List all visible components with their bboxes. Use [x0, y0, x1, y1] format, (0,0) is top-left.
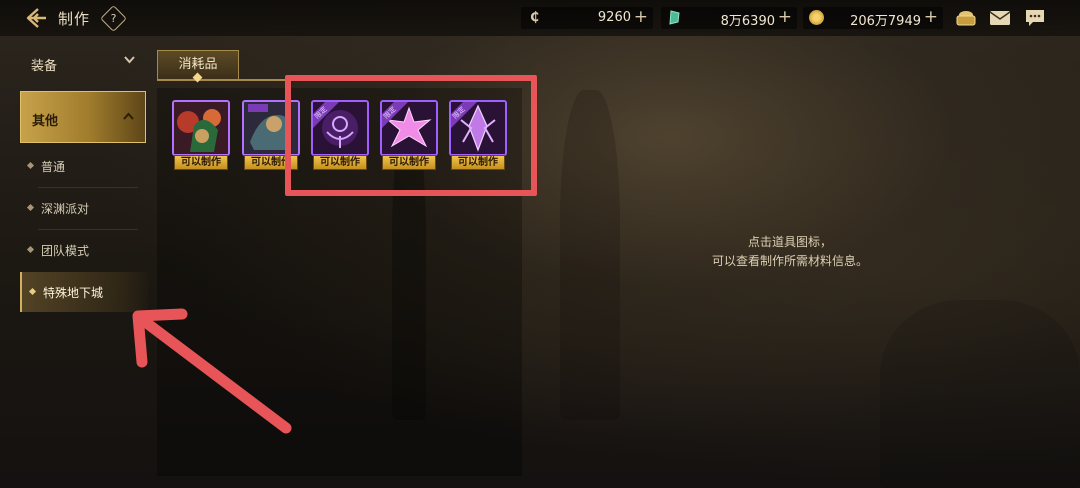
annotation-arrow-icon	[132, 308, 292, 434]
bullet-icon	[26, 161, 35, 170]
hint-line: 点击道具图标，	[747, 235, 832, 249]
help-button[interactable]: ?	[100, 5, 127, 32]
subcategory-team-mode[interactable]: 团队模式	[20, 230, 146, 270]
subcategory-label: 深渊派对	[41, 202, 90, 216]
gem-currency: 8万6390 +	[661, 7, 797, 29]
chevron-up-icon	[122, 110, 135, 125]
material-hint: 点击道具图标， 可以查看制作所需材料信息。	[650, 233, 930, 271]
mail-icon[interactable]	[989, 8, 1011, 28]
coin-amount: 9260	[597, 10, 631, 25]
gold-currency: 206万7949 +	[803, 7, 943, 29]
background-tree	[880, 300, 1080, 488]
chat-icon[interactable]	[1024, 8, 1046, 28]
gem-amount: 8万6390	[720, 14, 775, 29]
help-icon: ?	[110, 12, 117, 25]
craft-item[interactable]: 可以制作	[172, 100, 230, 172]
hint-line: 可以查看制作所需材料信息。	[711, 254, 868, 268]
back-arrow-icon[interactable]	[24, 6, 50, 30]
gold-amount: 206万7949	[850, 14, 921, 29]
category-label: 其他	[32, 114, 59, 129]
subcategory-abyss-party[interactable]: 深渊派对	[20, 188, 146, 228]
subcategory-label: 特殊地下城	[43, 286, 104, 300]
bullet-icon	[26, 245, 35, 254]
category-label: 装备	[31, 59, 58, 74]
bullet-icon	[26, 203, 35, 212]
item-icon	[172, 100, 230, 156]
page-title: 制作	[58, 10, 91, 28]
background-tree	[560, 90, 620, 420]
gem-icon	[667, 10, 682, 25]
top-bar: 制作 ? ₵ 9260 + 8万6390 + 206万7949 +	[0, 0, 1080, 36]
coin-currency: ₵ 9260 +	[521, 7, 653, 29]
subcategory-label: 团队模式	[41, 244, 90, 258]
subcategory-normal[interactable]: 普通	[20, 146, 146, 186]
category-other[interactable]: 其他	[20, 91, 146, 143]
category-equipment[interactable]: 装备	[20, 46, 146, 80]
subcategory-label: 普通	[41, 160, 66, 174]
bullet-icon	[28, 287, 37, 296]
add-coin-button[interactable]: +	[634, 7, 648, 27]
chevron-down-icon	[123, 54, 136, 69]
treasure-icon[interactable]	[955, 8, 977, 28]
coin-icon: ₵	[529, 10, 540, 25]
gold-coin-icon	[809, 10, 824, 25]
highlight-box	[285, 75, 537, 196]
add-gold-button[interactable]: +	[924, 7, 938, 27]
add-gem-button[interactable]: +	[778, 7, 792, 27]
craftable-label: 可以制作	[174, 155, 228, 170]
